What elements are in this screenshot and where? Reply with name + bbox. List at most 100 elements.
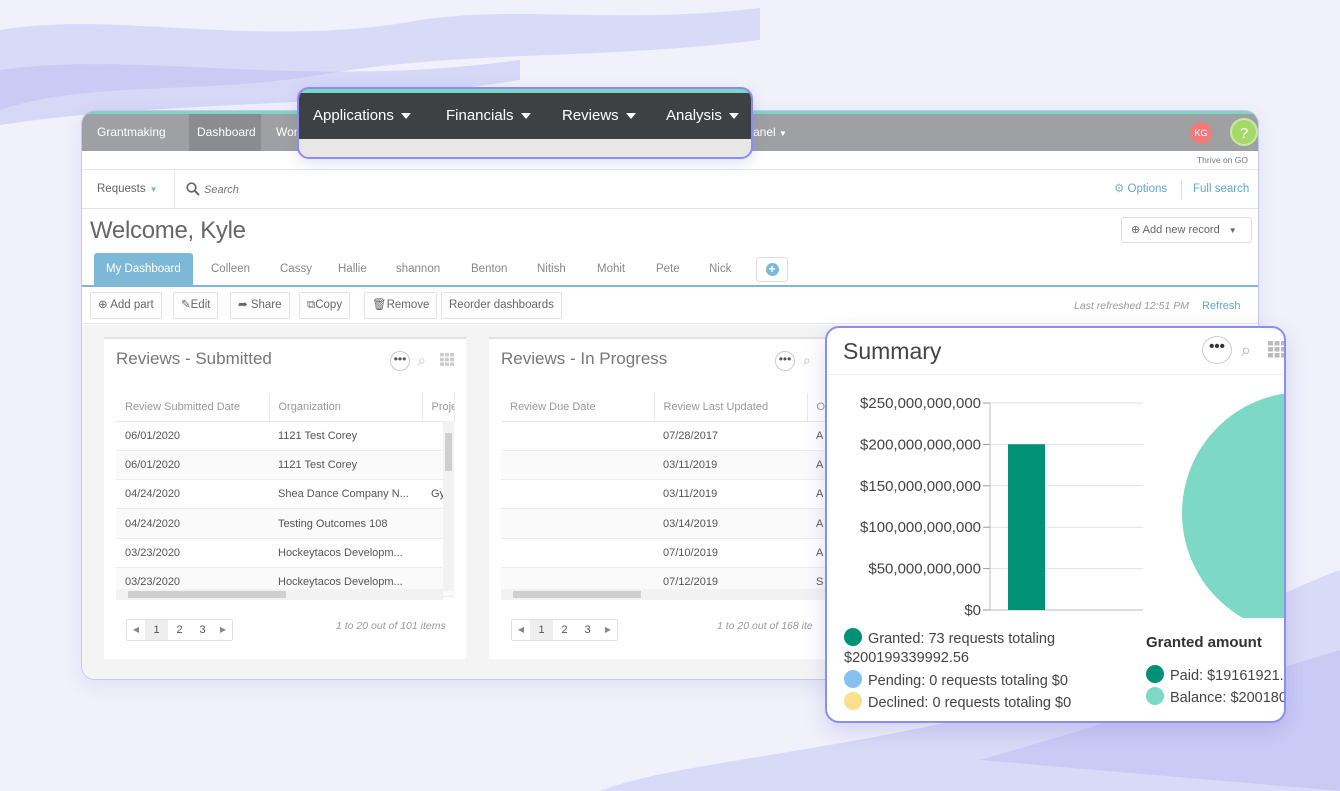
panel-reviews-submitted: Reviews - Submitted ••• ⌕ Review Submitt… [104, 337, 466, 659]
column-header[interactable]: Proje [422, 393, 455, 422]
y-tick-label: $0 [964, 602, 981, 618]
plus-circle-icon: ⊕ [1131, 224, 1141, 236]
next-page-icon[interactable]: ▶ [214, 620, 232, 640]
more-options-button[interactable]: ••• [390, 351, 410, 371]
menu-financials[interactable]: Financials [446, 93, 531, 139]
caret-down-icon [400, 113, 411, 120]
copy-button[interactable]: ⧉Copy [299, 292, 351, 319]
legend-item-pending[interactable]: Pending: 0 requests totaling $0 [844, 670, 1068, 689]
table-row[interactable]: 03/14/2019 A [501, 508, 839, 539]
table-row[interactable]: 06/01/2020 1121 Test Corey [116, 450, 454, 481]
grid-icon[interactable] [440, 353, 454, 366]
search-input[interactable] [204, 179, 504, 201]
share-button[interactable]: ➦ Share [230, 292, 290, 319]
copy-icon: ⧉ [307, 299, 316, 311]
zoom-icon[interactable]: ⌕ [1241, 340, 1251, 361]
reorder-dashboards-button[interactable]: Reorder dashboards [441, 292, 562, 319]
tab-shannon[interactable]: shannon [396, 253, 440, 285]
search-scope-label: Requests [97, 183, 146, 195]
column-header[interactable]: Review Last Updated [654, 393, 808, 422]
scroll-thumb[interactable] [445, 433, 452, 471]
page-button[interactable]: 2 [553, 620, 576, 640]
nav-panel-label: anel [753, 125, 776, 139]
zoom-icon[interactable]: ⌕ [803, 352, 811, 369]
next-page-icon[interactable]: ▶ [599, 620, 617, 640]
search-icon [186, 182, 200, 196]
legend-item-declined[interactable]: Declined: 0 requests totaling $0 [844, 692, 1071, 711]
panel-title: Reviews - Submitted [116, 349, 272, 368]
add-new-record-button[interactable]: ⊕ Add new record ▼ [1121, 217, 1252, 243]
add-part-button[interactable]: ⊕ Add part [90, 292, 162, 319]
tab-benton[interactable]: Benton [471, 253, 507, 285]
tab-my-dashboard[interactable]: My Dashboard [94, 253, 193, 285]
menu-analysis[interactable]: Analysis [666, 93, 739, 139]
page-title: Welcome, Kyle [90, 217, 246, 244]
edit-button[interactable]: ✎Edit [173, 292, 219, 319]
pie-title: Granted amount [1146, 634, 1262, 651]
scroll-thumb[interactable] [128, 591, 286, 598]
page-button[interactable]: 3 [191, 620, 214, 640]
tab-cassy[interactable]: Cassy [280, 253, 312, 285]
y-tick-label: $100,000,000,000 [860, 519, 981, 536]
prev-page-icon[interactable]: ◀ [512, 620, 530, 640]
more-options-button[interactable]: ••• [775, 351, 795, 371]
options-link[interactable]: ⚙ Options [1114, 170, 1167, 209]
column-header[interactable]: Review Due Date [501, 393, 655, 422]
search-scope-dropdown[interactable]: Requests ▼ [82, 170, 175, 209]
menu-applications[interactable]: Applications [313, 93, 411, 139]
horizontal-scrollbar[interactable] [116, 589, 443, 600]
help-button[interactable]: ? [1230, 118, 1258, 146]
page-button[interactable]: 1 [145, 620, 168, 640]
caret-down-icon [728, 113, 739, 120]
table-row[interactable]: 03/11/2019 A [501, 450, 839, 481]
legend-item-granted[interactable]: Granted: 73 requests totaling [844, 628, 1055, 647]
tab-nick[interactable]: Nick [709, 253, 731, 285]
cell [501, 538, 654, 568]
refresh-link[interactable]: Refresh [1202, 288, 1241, 324]
table-row[interactable]: 07/10/2019 A [501, 538, 839, 568]
brand-link[interactable]: Grantmaking [89, 114, 174, 151]
tab-hallie[interactable]: Hallie [338, 253, 367, 285]
menu-reviews[interactable]: Reviews [562, 93, 636, 139]
cell: 04/24/2020 [116, 479, 269, 510]
column-header[interactable]: Organization [269, 393, 423, 422]
cell: Shea Dance Company N... [269, 479, 422, 510]
cell [501, 450, 654, 481]
scroll-thumb[interactable] [513, 591, 641, 598]
legend-item-balance[interactable]: Balance: $200180 [1146, 687, 1284, 706]
cell: 07/28/2017 [654, 421, 807, 451]
table-row[interactable]: 07/28/2017 A [501, 421, 839, 451]
full-search-link[interactable]: Full search [1193, 170, 1249, 209]
table-row[interactable]: 04/24/2020 Testing Outcomes 108 [116, 508, 454, 539]
page-button[interactable]: 1 [530, 620, 553, 640]
cell: Hockeytacos Developm... [269, 538, 422, 568]
table-row[interactable]: 03/23/2020 Hockeytacos Developm... [116, 538, 454, 568]
table-row[interactable]: 04/24/2020 Shea Dance Company N... Gy [116, 479, 454, 510]
menu-label: Analysis [666, 107, 722, 124]
prev-page-icon[interactable]: ◀ [127, 620, 145, 640]
remove-button[interactable]: 🗑Remove [364, 292, 438, 319]
grid-icon[interactable] [1268, 341, 1286, 358]
more-options-button[interactable]: ••• [1202, 336, 1232, 364]
avatar[interactable]: KG [1190, 122, 1212, 144]
plus-circle-icon: ⊕ [98, 299, 108, 311]
tab-colleen[interactable]: Colleen [211, 253, 250, 285]
legend-item-paid[interactable]: Paid: $19161921.3 [1146, 665, 1284, 684]
tab-nitish[interactable]: Nitish [537, 253, 566, 285]
page-button[interactable]: 3 [576, 620, 599, 640]
horizontal-scrollbar[interactable] [501, 589, 828, 600]
table-row[interactable]: 03/11/2019 A [501, 479, 839, 510]
page-button[interactable]: 2 [168, 620, 191, 640]
nav-dashboard[interactable]: Dashboard [189, 114, 261, 151]
column-header[interactable]: Review Submitted Date [116, 393, 270, 422]
zoom-icon[interactable]: ⌕ [418, 352, 426, 369]
dashboard-tabs: My Dashboard Colleen Cassy Hallie shanno… [82, 253, 1258, 287]
tab-mohit[interactable]: Mohit [597, 253, 625, 285]
add-tab-button[interactable]: + [756, 257, 788, 282]
summary-panel: Summary ••• ⌕ $0 $50,000,000,000 $100,000,… [825, 326, 1286, 723]
tab-pete[interactable]: Pete [656, 253, 680, 285]
cell: 07/10/2019 [654, 538, 807, 568]
table-row[interactable]: 06/01/2020 1121 Test Corey [116, 421, 454, 451]
cell: 1121 Test Corey [269, 450, 422, 481]
vertical-scrollbar[interactable] [443, 421, 454, 591]
